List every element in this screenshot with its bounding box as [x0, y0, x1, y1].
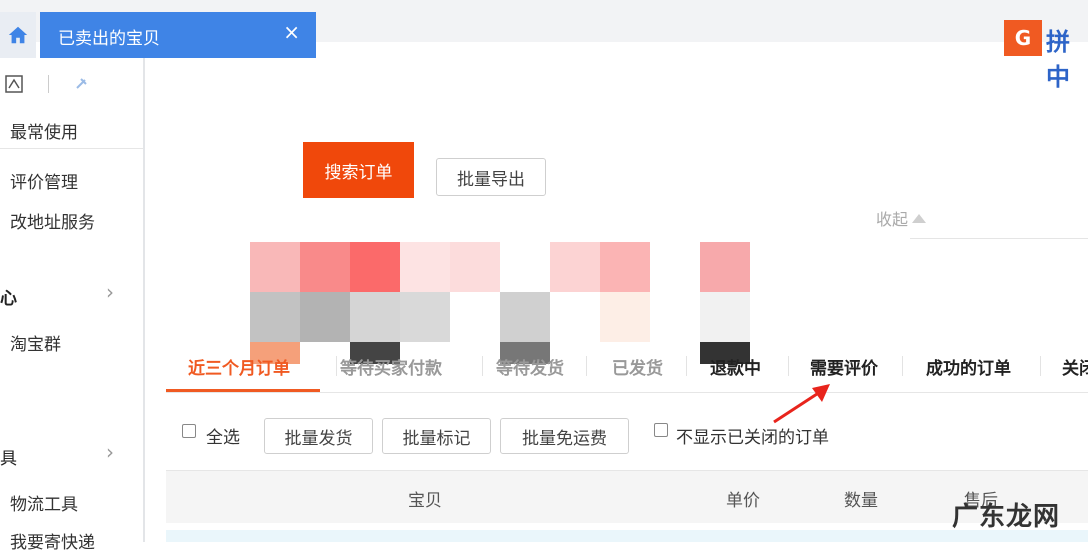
- brand-logo: G 拼 中: [1004, 20, 1088, 91]
- select-all-label: 全选: [206, 428, 240, 448]
- home-icon: [8, 26, 28, 44]
- column-header-unit-price: 单价: [726, 491, 760, 511]
- sidebar-item-send-express[interactable]: 我要寄快递: [10, 528, 95, 553]
- tab-successful-orders[interactable]: 成功的订单: [926, 354, 1011, 379]
- chevron-right-icon[interactable]: ›: [106, 280, 114, 304]
- sidebar-divider: [0, 148, 143, 149]
- active-tab-underline: [166, 389, 320, 392]
- tab-separator: [902, 356, 903, 376]
- tab-sold-items[interactable]: 已卖出的宝贝 ×: [40, 12, 316, 58]
- collapse-divider: [910, 238, 1088, 239]
- collapse-toggle[interactable]: 收起: [876, 206, 927, 230]
- tab-shipped[interactable]: 已发货: [612, 354, 663, 379]
- batch-ship-button[interactable]: 批量发货: [264, 418, 373, 454]
- sidebar-section-center[interactable]: 心: [0, 284, 17, 309]
- close-icon[interactable]: ×: [283, 20, 300, 44]
- tab-separator: [482, 356, 483, 376]
- hide-closed-checkbox[interactable]: [654, 423, 668, 437]
- order-status-tabs: 近三个月订单 等待买家付款 等待发货 已发货 退款中 需要评价 成功的订单 关闭: [166, 346, 1088, 393]
- collapse-label: 收起: [876, 210, 909, 229]
- batch-free-shipping-button[interactable]: 批量免运费: [500, 418, 629, 454]
- logo-mark: G: [1004, 20, 1042, 56]
- table-first-row: [166, 530, 1088, 542]
- sidebar-item-logistics-tools[interactable]: 物流工具: [10, 490, 78, 515]
- annotation-arrow: [773, 384, 830, 424]
- pin-icon[interactable]: [73, 76, 89, 92]
- chevron-right-icon[interactable]: ›: [106, 440, 114, 464]
- tab-closed[interactable]: 关闭: [1062, 354, 1088, 379]
- column-header-quantity: 数量: [844, 491, 878, 511]
- window-icon[interactable]: [4, 74, 24, 94]
- sidebar-favorites-label: 最常使用: [10, 123, 78, 143]
- caret-up-icon: [912, 213, 927, 223]
- logo-text: 拼 中: [1046, 28, 1072, 91]
- site-watermark: 广东龙网: [952, 502, 1061, 532]
- tab-separator: [586, 356, 587, 376]
- sidebar-item-review-management[interactable]: 评价管理: [10, 168, 78, 193]
- sidebar-item-address-change[interactable]: 改地址服务: [10, 208, 95, 233]
- tools-divider: [48, 75, 49, 93]
- batch-mark-button[interactable]: 批量标记: [382, 418, 491, 454]
- tab-awaiting-payment[interactable]: 等待买家付款: [340, 354, 442, 379]
- tab-separator: [336, 356, 337, 376]
- sidebar-section-tools[interactable]: 具: [0, 444, 17, 469]
- tab-last-three-months[interactable]: 近三个月订单: [188, 354, 290, 379]
- tab-refunding[interactable]: 退款中: [710, 354, 761, 379]
- tab-separator: [1040, 356, 1041, 376]
- tab-separator: [788, 356, 789, 376]
- orders-table-header: 宝贝 单价 数量 售后: [166, 470, 1088, 523]
- sidebar-item-taobao-group[interactable]: 淘宝群: [10, 330, 61, 355]
- hide-closed-label: 不显示已关闭的订单: [676, 428, 829, 448]
- column-header-item: 宝贝: [408, 491, 442, 511]
- tab-sold-items-label: 已卖出的宝贝: [58, 29, 160, 49]
- tab-awaiting-shipment[interactable]: 等待发货: [496, 354, 564, 379]
- home-tab[interactable]: [0, 12, 36, 58]
- search-orders-button[interactable]: 搜索订单: [303, 142, 414, 198]
- sidebar-tools: [4, 72, 89, 96]
- tab-separator: [686, 356, 687, 376]
- batch-export-button[interactable]: 批量导出: [436, 158, 546, 196]
- select-all-checkbox[interactable]: [182, 424, 196, 438]
- sidebar: 最常使用 评价管理 改地址服务 心 › 淘宝群 具 › 物流工具 我要寄快递: [0, 58, 145, 553]
